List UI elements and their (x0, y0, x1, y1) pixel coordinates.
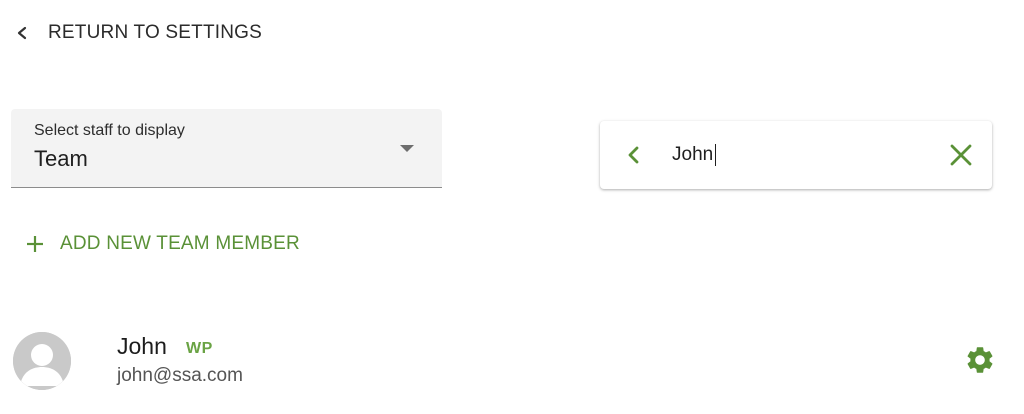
text-cursor (715, 144, 716, 166)
staff-select[interactable]: Select staff to display Team (11, 109, 442, 188)
search-bar (600, 121, 992, 189)
gear-icon (967, 347, 993, 373)
return-link-label: RETURN TO SETTINGS (48, 22, 263, 43)
chevron-left-icon (628, 146, 639, 164)
return-to-settings-link[interactable]: RETURN TO SETTINGS (16, 18, 262, 48)
add-team-member-label: ADD NEW TEAM MEMBER (60, 233, 300, 254)
staff-select-label: Select staff to display (34, 122, 185, 139)
staff-settings-page: RETURN TO SETTINGS Select staff to displ… (0, 0, 1024, 414)
staff-settings-button[interactable] (964, 344, 996, 376)
staff-name: John (117, 333, 167, 359)
staff-select-value: Team (34, 146, 88, 171)
plus-icon (25, 234, 45, 254)
staff-list-item[interactable]: John WP john@ssa.com (0, 320, 1024, 400)
staff-role-badge: WP (186, 340, 213, 357)
search-input[interactable] (672, 139, 932, 171)
search-back-button[interactable] (622, 143, 646, 167)
close-icon (950, 144, 972, 166)
add-team-member-button[interactable]: ADD NEW TEAM MEMBER (25, 228, 300, 260)
person-avatar-icon (13, 332, 71, 390)
staff-email: john@ssa.com (117, 365, 243, 386)
search-clear-button[interactable] (948, 142, 974, 168)
dropdown-caret-icon (400, 145, 414, 152)
chevron-left-icon (16, 26, 30, 40)
